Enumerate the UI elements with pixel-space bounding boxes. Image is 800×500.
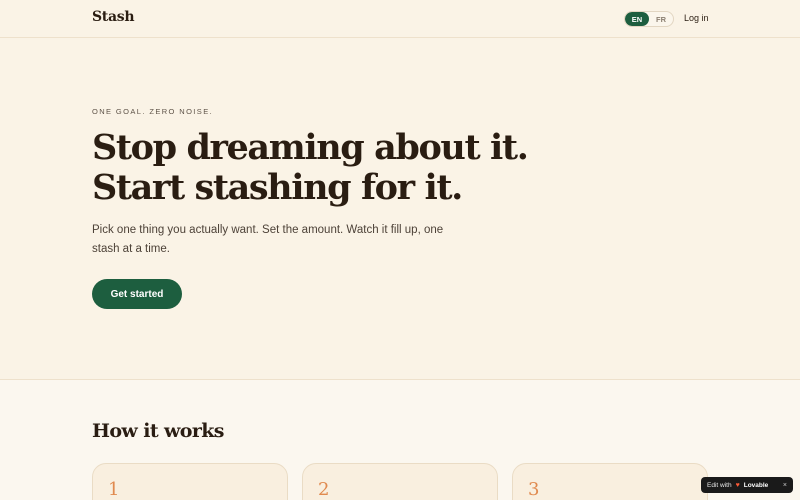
get-started-button[interactable]: Get started [92, 279, 182, 309]
badge-label: Edit with [707, 481, 732, 489]
step-number: 1 [108, 479, 120, 500]
heart-icon: ♥ [735, 481, 740, 489]
badge-brand: Lovable [743, 481, 769, 489]
hero-subtitle: Pick one thing you actually want. Set th… [92, 224, 444, 255]
language-toggle[interactable]: EN FR [624, 11, 674, 27]
close-icon[interactable]: × [783, 482, 787, 489]
step-card: 1 [92, 463, 288, 500]
language-option-en[interactable]: EN [625, 12, 649, 26]
logo[interactable]: Stash [92, 9, 135, 25]
edit-with-lovable-badge[interactable]: Edit with ♥ Lovable × [701, 477, 793, 493]
site-header: Stash EN FR Log in [0, 0, 800, 38]
section-title: How it works [92, 420, 225, 442]
hero-section: ONE GOAL. ZERO NOISE. Stop dreaming abou… [0, 38, 800, 379]
hero-headline: Stop dreaming about it. Start stashing f… [92, 127, 529, 208]
hero-eyebrow: ONE GOAL. ZERO NOISE. [92, 107, 214, 116]
language-option-fr[interactable]: FR [649, 12, 673, 26]
step-number: 3 [528, 479, 540, 500]
step-card: 2 [302, 463, 498, 500]
step-card: 3 [512, 463, 708, 500]
step-number: 2 [318, 479, 330, 500]
login-link[interactable]: Log in [684, 13, 709, 23]
how-it-works-section: How it works 1 2 3 [0, 379, 800, 500]
